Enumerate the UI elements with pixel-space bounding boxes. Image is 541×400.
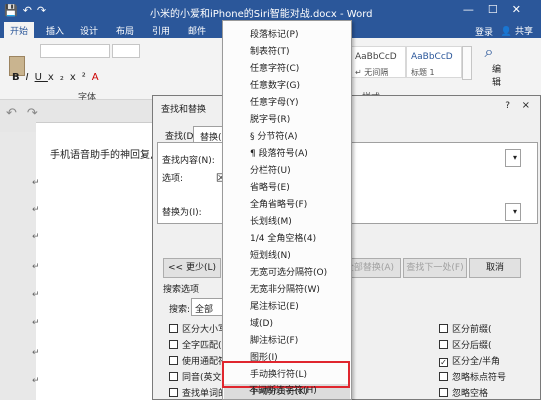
tab-references[interactable]: 引用 [152,24,170,37]
share-button[interactable]: 👤 共享 [501,24,533,37]
tab-layout[interactable]: 布局 [116,24,134,37]
replace-input[interactable]: ▾ [505,203,521,221]
search-scope-select[interactable]: 全部 [191,298,225,316]
search-icon: ⌕ [484,42,494,61]
find-input[interactable]: ▾ [505,149,521,167]
menu-item-any-char[interactable]: 任意字符(C) [224,61,350,78]
menu-item-any-digit[interactable]: 任意数字(G) [224,78,350,95]
menu-item-fullwidth-ellipsis[interactable]: 全角省略号(F) [224,197,350,214]
ruler [36,122,156,132]
chevron-down-icon: ▾ [512,207,517,216]
find-label: 查找内容(N): [162,156,215,166]
replace-label: 替换为(I): [162,208,202,218]
dialog-title: 查找和替换 [161,105,207,115]
find-next-button[interactable]: 查找下一处(F) [403,258,467,278]
checkbox-word-forms[interactable]: 查找单词的 [169,386,227,399]
close-icon[interactable]: × [522,100,530,111]
style-heading-1[interactable]: AaBbCcD 标题 1 [406,46,462,78]
tab-design[interactable]: 设计 [80,24,98,37]
login-link[interactable]: 登录 [475,25,493,38]
paragraph-mark: ↵ [32,178,40,188]
menu-item-zero-width-nonbreak[interactable]: 无宽非分隔符(W) [224,282,350,299]
font-name-combo[interactable] [40,44,110,58]
menu-item-pilcrow[interactable]: ¶ 段落符号(A) [224,146,350,163]
paragraph-mark: ↵ [32,205,40,215]
tab-mailings[interactable]: 邮件 [188,24,206,37]
tab-insert[interactable]: 插入 [46,24,64,37]
style-no-spacing[interactable]: AaBbCcD ↵ 无间隔 [350,46,406,78]
checkbox-ignore-punct[interactable]: 忽略标点符号 [439,370,506,383]
checkbox-ignore-space[interactable]: 忽略空格 [439,386,488,399]
less-button[interactable]: << 更少(L) [163,258,221,278]
menu-item-quarter-space[interactable]: 1/4 全角空格(4) [224,231,350,248]
special-chars-menu: 段落标记(P) 制表符(T) 任意字符(C) 任意数字(G) 任意字母(Y) 脱… [222,20,352,400]
menu-item-em-dash[interactable]: 长划线(M) [224,214,350,231]
document-text: 手机语音助手的神回复, [50,150,154,161]
checkbox-whole-word[interactable]: 全字匹配( [169,338,222,351]
paragraph-mark: ↵ [32,376,40,386]
chevron-down-icon: ▾ [512,153,517,162]
tab-home[interactable]: 开始 [4,22,35,38]
options-label: 选项: [162,174,184,184]
menu-item-field[interactable]: 域(D) [224,316,350,333]
edit-group[interactable]: ⌕ 编辑 [474,42,504,92]
menu-item-endnote-mark[interactable]: 尾注标记(E) [224,299,350,316]
menu-item-zero-width-optional[interactable]: 无宽可选分隔符(O) [224,265,350,282]
menu-item-en-dash[interactable]: 短划线(N) [224,248,350,265]
search-scope-label: 搜索: [169,305,191,315]
checkbox-sounds-like[interactable]: 同音(英文) [169,370,225,383]
paragraph-mark: ↵ [32,290,40,300]
help-icon[interactable]: ? [505,101,510,111]
menu-item-caret[interactable]: 脱字号(R) [224,112,350,129]
title-bar: 💾↶↷ 小米的小爱和iPhone的Siri智能对战.docx - Word —☐… [0,0,541,22]
checkbox-match-width[interactable]: ✓ 区分全/半角 [439,354,500,367]
search-options-title: 搜索选项 [163,285,200,295]
document-page[interactable]: 手机语音助手的神回复, [36,132,154,400]
font-size-combo[interactable] [112,44,140,58]
paragraph-mark: ↵ [32,348,40,358]
paragraph-mark: ↵ [32,318,40,328]
paragraph-mark: ↵ [32,262,40,272]
menu-item-column-break[interactable]: 分栏符(U) [224,163,350,180]
checkbox-match-suffix[interactable]: 区分后缀( [439,338,492,351]
styles-scroll[interactable] [462,46,472,80]
quick-access-toolbar[interactable]: 💾↶↷ [4,4,51,17]
window-controls[interactable]: —☐✕ [463,3,535,16]
checkbox-match-prefix[interactable]: 区分前缀( [439,322,492,335]
font-format-buttons[interactable]: BIUx₂x²A [12,72,105,83]
menu-item-any-letter[interactable]: 任意字母(Y) [224,95,350,112]
menu-item-nonbreaking-hyphen[interactable]: 不间断连字符(H) [223,383,349,399]
menu-item-footnote-mark[interactable]: 脚注标记(F) [224,333,350,350]
paragraph-mark: ↵ [32,232,40,242]
window-title: 小米的小爱和iPhone的Siri智能对战.docx - Word [150,9,373,20]
menu-item-tab[interactable]: 制表符(T) [224,44,350,61]
checkbox-wildcards[interactable]: 使用通配符 [169,354,227,367]
menu-item-ellipsis[interactable]: 省略号(E) [224,180,350,197]
menu-item-section-char[interactable]: § 分节符(A) [224,129,350,146]
undo-redo-icons[interactable]: ↶↷ [6,106,48,121]
checkbox-match-case[interactable]: 区分大小写 [169,322,227,335]
cancel-button[interactable]: 取消 [469,258,521,278]
menu-item-paragraph-mark[interactable]: 段落标记(P) [224,27,350,44]
